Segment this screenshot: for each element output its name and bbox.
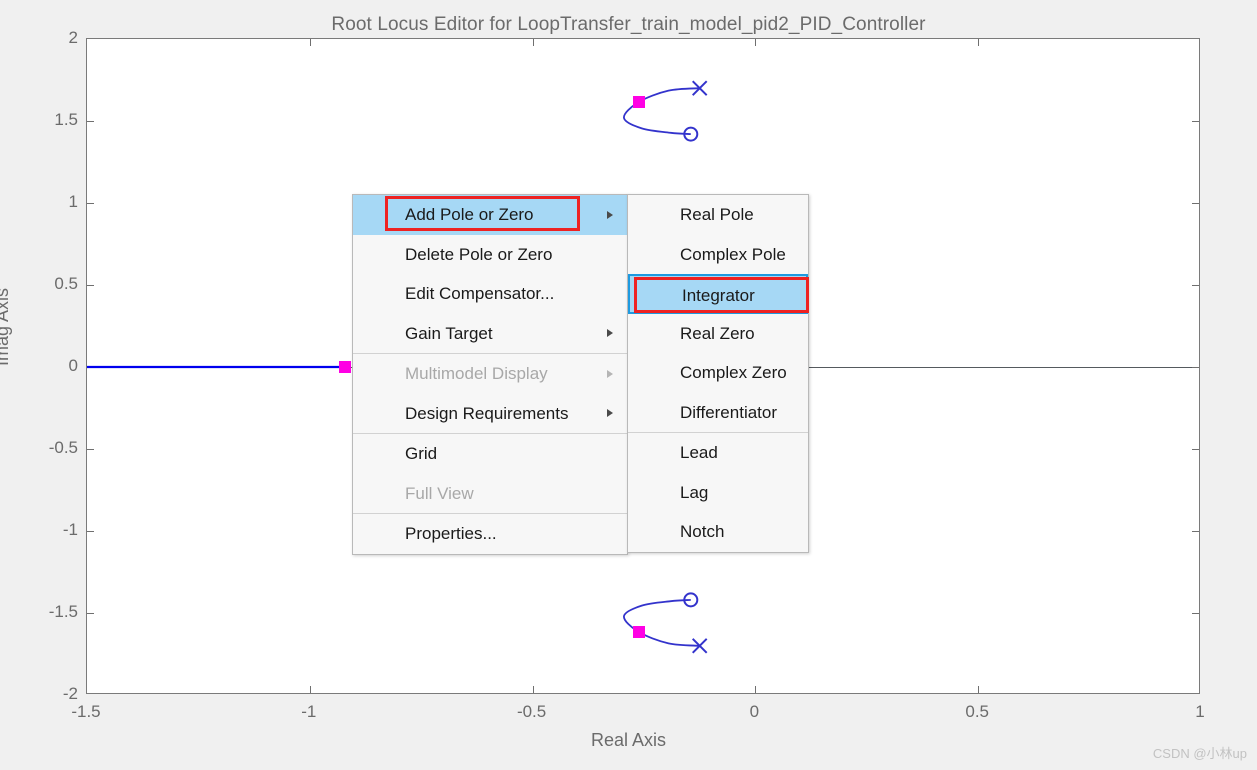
submenu-item-lag[interactable]: Lag (628, 473, 808, 513)
submenu-item-integrator[interactable]: Integrator (628, 274, 808, 314)
y-tick-label: -2 (62, 684, 78, 703)
locus-branch (623, 598, 700, 647)
menu-item-label: Lead (680, 443, 718, 462)
axis-tick (532, 686, 534, 693)
chevron-right-icon (607, 409, 613, 418)
y-tick-label: 0 (68, 356, 78, 375)
submenu-item-notch[interactable]: Notch (628, 512, 808, 552)
chevron-right-icon (607, 329, 613, 338)
axis-tick (532, 39, 534, 46)
menu-item-label: Lag (680, 482, 709, 502)
chevron-right-icon (607, 210, 613, 219)
y-tick-label: 1.5 (54, 110, 78, 129)
axis-tick (309, 686, 311, 693)
axis-tick (1192, 367, 1199, 368)
menu-item-label: Differentiator (680, 402, 778, 422)
menu-item-label: Grid (405, 444, 438, 463)
locus-branch (623, 87, 700, 136)
submenu-item-real-pole[interactable]: Real Pole (628, 195, 808, 235)
menu-item-properties[interactable]: Properties... (353, 514, 627, 554)
axis-tick (1192, 285, 1199, 286)
x-tick-label: -1 (301, 702, 317, 721)
axis-tick (978, 686, 980, 693)
axis-tick (1192, 203, 1199, 204)
menu-item-label: Design Requirements (405, 403, 569, 423)
x-tick-label: -0.5 (516, 702, 547, 721)
y-tick-label: -1.5 (48, 602, 78, 621)
axis-tick (309, 39, 311, 46)
menu-item-label: Real Pole (680, 205, 754, 224)
zero-marker-o[interactable] (683, 592, 699, 608)
menu-item-full-view: Full View (353, 474, 627, 514)
x-tick-label: 1 (1195, 702, 1205, 721)
menu-item-label: Delete Pole or Zero (405, 244, 553, 264)
y-tick-label: 2 (68, 28, 78, 47)
axis-tick (87, 613, 94, 614)
y-tick-label: -0.5 (48, 438, 78, 457)
menu-item-label: Notch (680, 522, 725, 541)
menu-item-grid[interactable]: Grid (353, 434, 627, 474)
x-tick-label: 0.5 (965, 702, 989, 721)
submenu-item-lead[interactable]: Lead (628, 433, 808, 473)
axis-tick (1192, 121, 1199, 122)
menu-item-label: Properties... (405, 524, 497, 543)
axis-tick (87, 449, 94, 450)
root-locus-editor-window: Root Locus Editor for LoopTransfer_train… (0, 0, 1257, 770)
menu-item-multimodel-display: Multimodel Display (353, 354, 627, 394)
y-tick-label: -1 (62, 520, 78, 539)
menu-item-edit-compensator[interactable]: Edit Compensator... (353, 274, 627, 314)
x-axis-title: Real Axis (590, 730, 667, 750)
closed-loop-gain-marker[interactable] (339, 361, 352, 373)
x-tick-label: 0 (749, 702, 760, 721)
page-title: Root Locus Editor for LoopTransfer_train… (331, 14, 926, 35)
y-axis-title: Imag Axis (0, 287, 12, 366)
closed-loop-gain-marker[interactable] (632, 96, 645, 109)
axis-tick (978, 39, 980, 46)
axis-tick (755, 39, 757, 46)
axis-tick (87, 121, 94, 122)
axis-tick (1192, 613, 1199, 614)
chevron-right-icon (607, 369, 613, 378)
context-menu[interactable]: Add Pole or Zero Delete Pole or Zero Edit … (352, 194, 628, 555)
menu-item-gain-target[interactable]: Gain Target (353, 314, 627, 354)
axis-tick (87, 531, 94, 532)
axis-tick (87, 203, 94, 204)
menu-item-add-pole-or-zero[interactable]: Add Pole or Zero (353, 195, 627, 235)
menu-item-label: Gain Target (405, 323, 493, 343)
axis-tick (87, 367, 94, 368)
menu-item-label: Add Pole or Zero (405, 205, 534, 224)
axis-tick (755, 686, 757, 693)
axis-tick (87, 285, 94, 286)
axis-tick (1192, 531, 1199, 532)
menu-item-delete-pole-or-zero[interactable]: Delete Pole or Zero (353, 235, 627, 275)
submenu-item-differentiator[interactable]: Differentiator (628, 393, 808, 433)
axis-tick (1192, 449, 1199, 450)
menu-item-label: Complex Pole (680, 244, 786, 264)
zero-marker-o[interactable] (683, 126, 699, 142)
watermark: CSDN @小林up (1152, 746, 1247, 761)
submenu-item-complex-pole[interactable]: Complex Pole (628, 235, 808, 275)
menu-item-label: Multimodel Display (405, 364, 548, 383)
submenu-item-real-zero[interactable]: Real Zero (628, 314, 808, 354)
add-pole-or-zero-submenu[interactable]: Real Pole Complex Pole Integrator Real Zero… (627, 194, 809, 553)
menu-item-label: Integrator (682, 286, 755, 305)
submenu-item-complex-zero[interactable]: Complex Zero (628, 353, 808, 393)
pole-marker-x[interactable] (691, 638, 708, 654)
menu-item-label: Edit Compensator... (405, 284, 555, 303)
menu-item-design-requirements[interactable]: Design Requirements (353, 394, 627, 434)
closed-loop-gain-marker[interactable] (632, 625, 645, 638)
menu-item-label: Full View (405, 483, 474, 503)
x-tick-label: -1.5 (71, 702, 101, 721)
menu-item-label: Complex Zero (680, 363, 787, 382)
menu-item-label: Real Zero (680, 323, 755, 343)
y-tick-label: 1 (68, 192, 78, 211)
pole-marker-x[interactable] (691, 80, 708, 96)
y-tick-label: 0.5 (54, 274, 78, 293)
